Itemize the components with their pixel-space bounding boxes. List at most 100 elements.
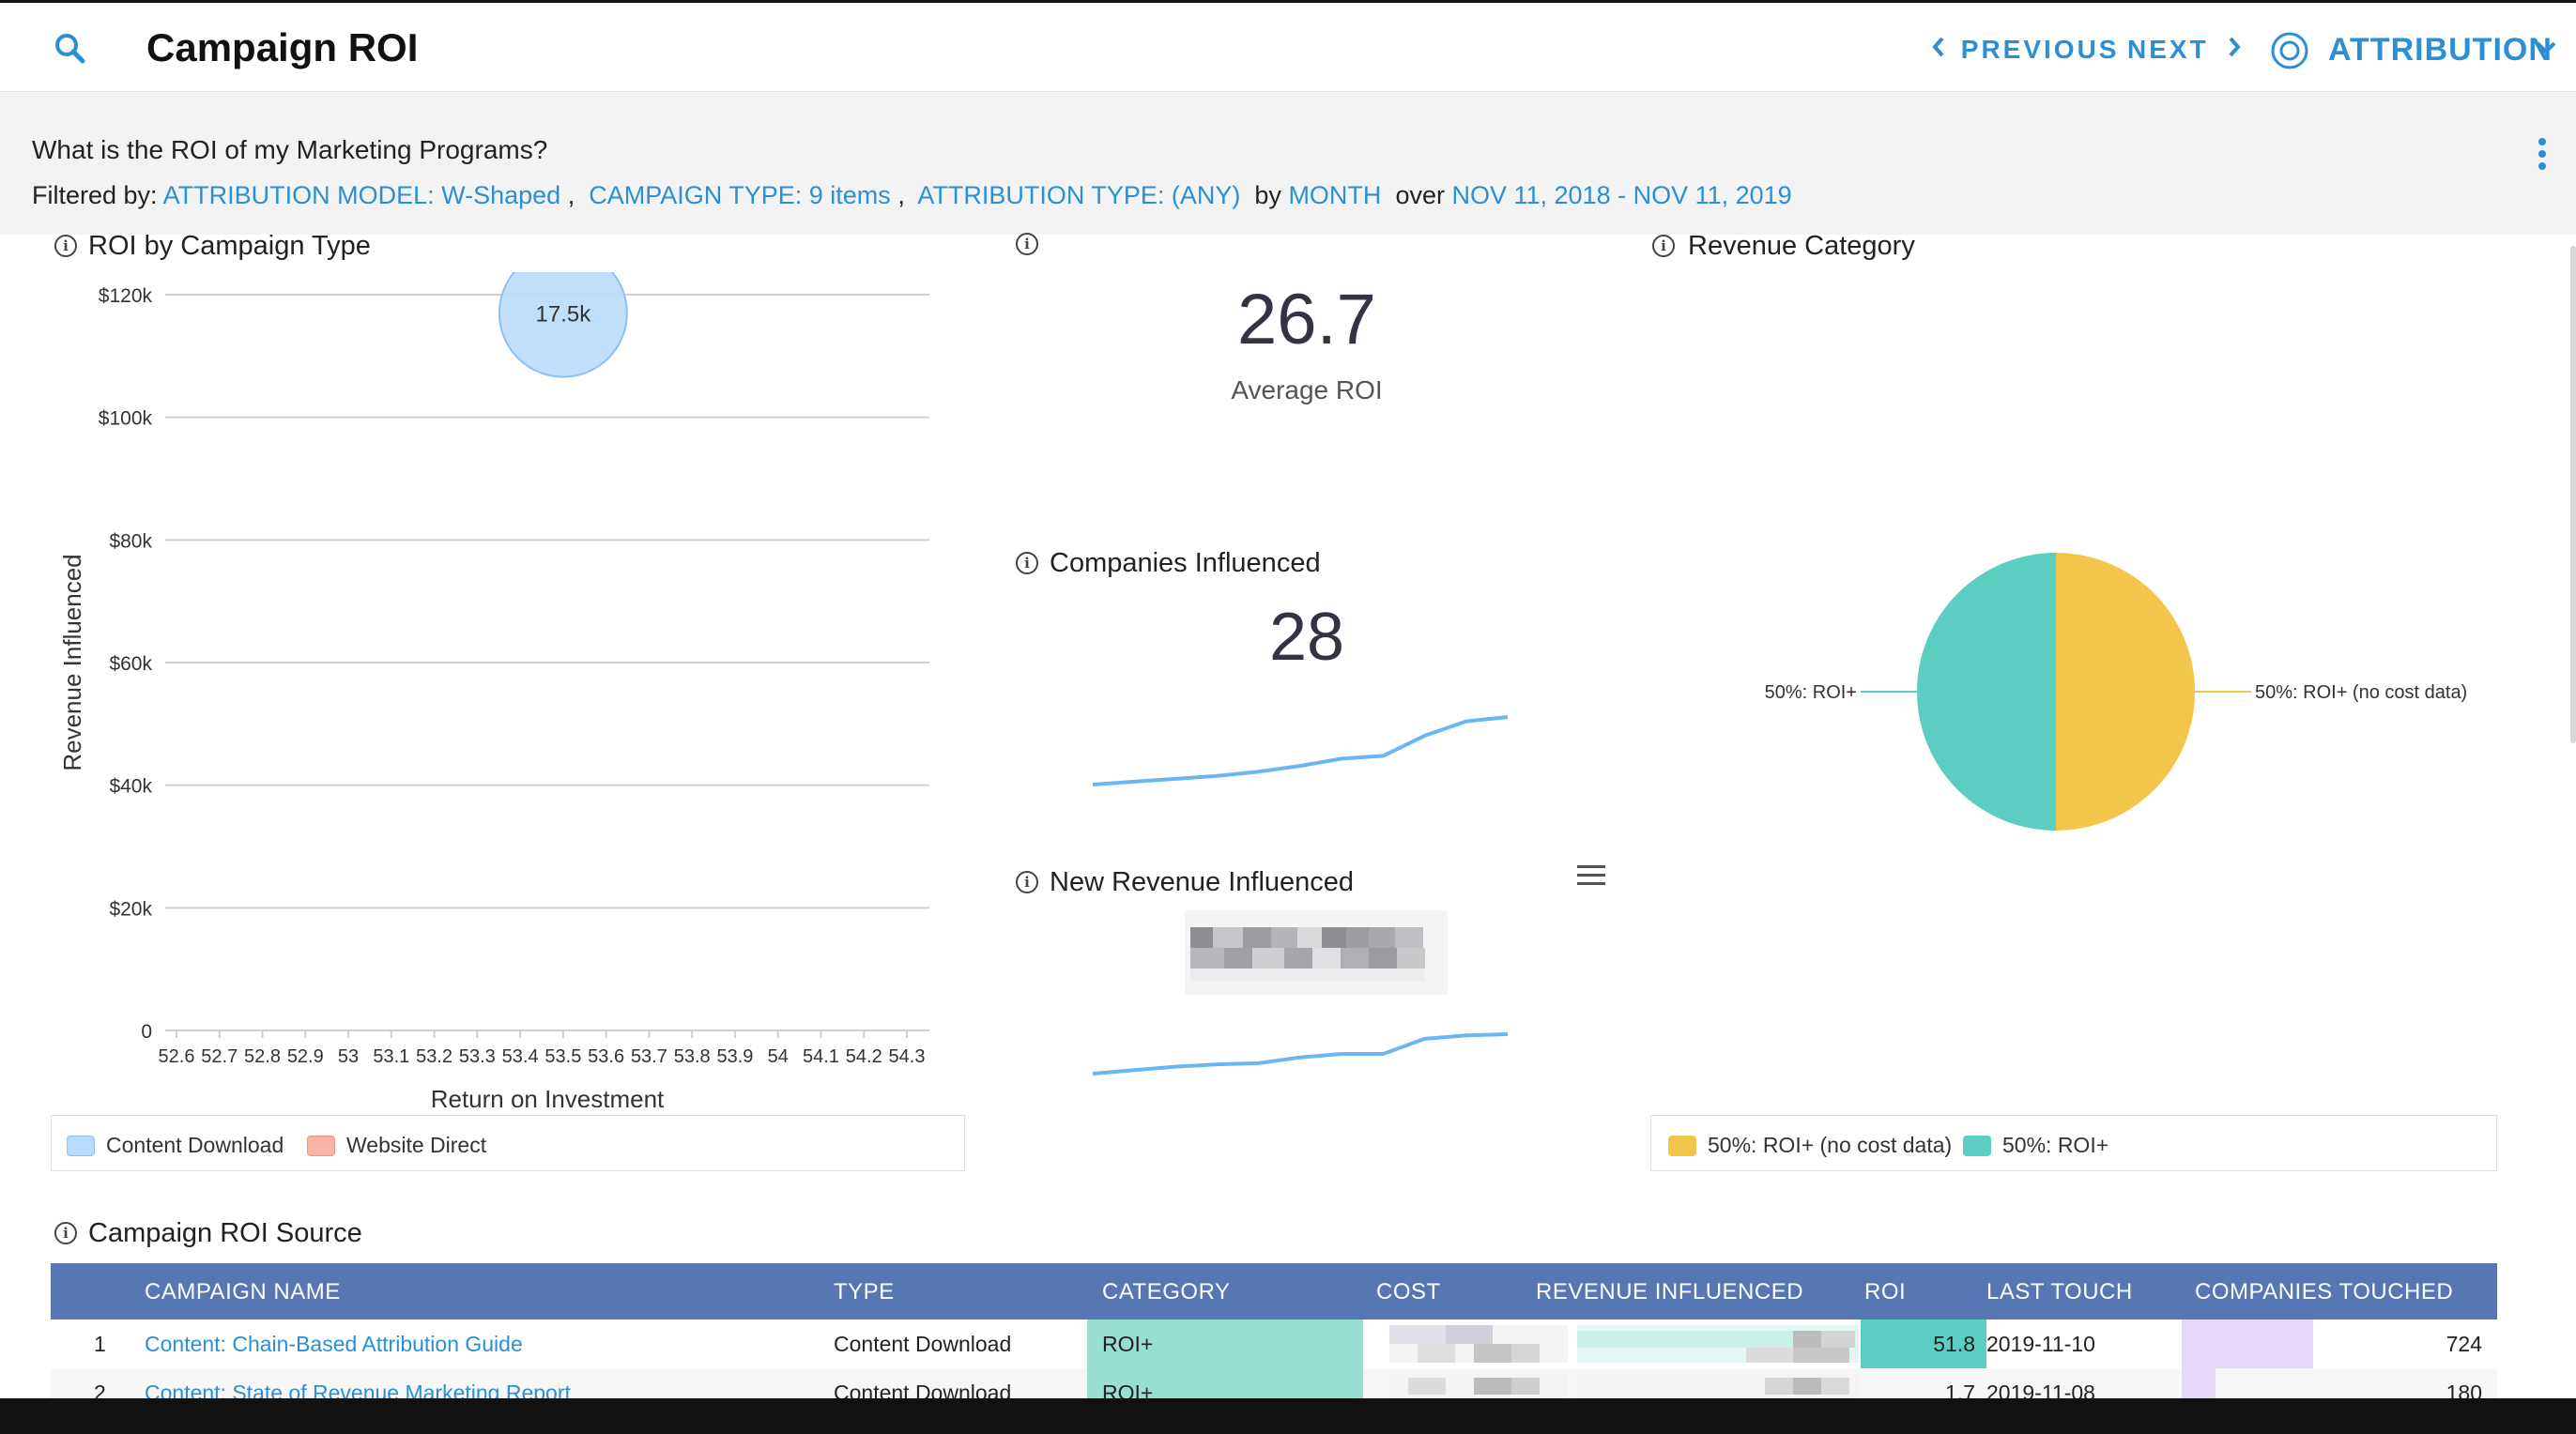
legend-label: Content Download — [106, 1133, 284, 1157]
average-roi-value: 26.7 — [1237, 280, 1376, 359]
filter-attribution-type[interactable]: ATTRIBUTION TYPE: (ANY) — [917, 181, 1240, 209]
by-label: by — [1254, 181, 1281, 209]
x-tick-label: 53.8 — [674, 1046, 711, 1067]
column-header-campaign-name[interactable]: CAMPAIGN NAME — [145, 1278, 341, 1306]
x-tick-label: 53.3 — [459, 1046, 496, 1067]
new-revenue-title: New Revenue Influenced — [1050, 867, 1355, 897]
grouping-selector[interactable]: MONTH — [1288, 181, 1381, 209]
date-range-selector[interactable]: NOV 11, 2018 - NOV 11, 2019 — [1451, 181, 1791, 209]
x-tick-label: 54.1 — [803, 1046, 839, 1067]
y-tick-label: $100k — [99, 408, 153, 430]
info-icon[interactable]: i — [1652, 235, 1675, 257]
campaign-type: Content Download — [834, 1332, 1012, 1356]
info-icon[interactable]: i — [54, 1222, 77, 1244]
legend-swatch — [307, 1136, 335, 1156]
last-touch-date: 2019-11-10 — [1986, 1332, 2095, 1356]
info-icon[interactable]: i — [54, 235, 77, 257]
x-tick-label: 53.2 — [416, 1046, 452, 1067]
legend-item-website-direct[interactable]: Website Direct — [307, 1133, 486, 1157]
pie-slice-label: 50%: ROI+ — [1765, 682, 1857, 703]
campaign-category: ROI+ — [1102, 1332, 1154, 1356]
revenue-category-title: Revenue Category — [1688, 231, 1915, 261]
filter-attribution-model[interactable]: ATTRIBUTION MODEL: W-Shaped — [163, 181, 561, 209]
pie-slice — [1917, 553, 2056, 831]
info-icon[interactable]: i — [1016, 871, 1038, 893]
previous-label: PREVIOUS — [1960, 35, 2120, 64]
x-tick-label: 53.7 — [631, 1046, 667, 1067]
x-tick-label: 52.7 — [201, 1046, 238, 1067]
revenue-sparkline-line — [1092, 1032, 1509, 1076]
legend-label: 50%: ROI+ (no cost data) — [1708, 1133, 1953, 1157]
legend-swatch — [67, 1136, 95, 1156]
average-roi-label: Average ROI — [1231, 375, 1383, 404]
x-tick-label: 52.8 — [244, 1046, 281, 1067]
y-axis-label: Revenue Influenced — [58, 554, 86, 770]
table-title: Campaign ROI Source — [88, 1218, 362, 1248]
campaign-roi-table: CAMPAIGN NAME TYPE CATEGORY COST REVENUE… — [51, 1263, 2497, 1417]
y-tick-label: $120k — [99, 285, 153, 307]
info-icon[interactable]: i — [1016, 552, 1038, 574]
roi-value: 51.8 — [1933, 1332, 1975, 1356]
info-icon[interactable]: i — [1016, 233, 1038, 255]
roi-chart-legend: Content Download Website Direct — [51, 1115, 965, 1171]
filter-separator: , — [567, 181, 582, 209]
previous-button[interactable]: PREVIOUS — [1930, 33, 2119, 67]
redacted-revenue-value — [1185, 910, 1448, 995]
roi-panel-title: ROI by Campaign Type — [88, 231, 371, 261]
x-tick-label: 53 — [338, 1046, 359, 1067]
search-icon[interactable] — [53, 31, 90, 69]
companies-influenced-value: 28 — [1268, 600, 1345, 675]
table-row: 1 Content: Chain-Based Attribution Guide… — [51, 1320, 2497, 1368]
legend-item-roi-no-cost[interactable]: 50%: ROI+ (no cost data) — [1668, 1133, 1952, 1157]
x-tick-label: 53.6 — [588, 1046, 624, 1067]
attribution-label: ATTRIBUTION — [2328, 32, 2553, 68]
campaign-name-link[interactable]: Content: Chain-Based Attribution Guide — [145, 1331, 523, 1357]
table-header: CAMPAIGN NAME TYPE CATEGORY COST REVENUE… — [51, 1263, 2497, 1320]
menu-icon[interactable] — [1577, 865, 1605, 890]
column-header-companies-touched[interactable]: COMPANIES TOUCHED — [2195, 1278, 2453, 1306]
more-options-icon[interactable] — [2531, 135, 2553, 176]
top-bar: Campaign ROI PREVIOUS NEXT ATTRIBUTION — [0, 0, 2576, 92]
column-header-revenue-influenced[interactable]: REVENUE INFLUENCED — [1536, 1278, 1803, 1306]
x-tick-label: 54.2 — [846, 1046, 882, 1067]
filter-separator: , — [897, 181, 912, 209]
question-text: What is the ROI of my Marketing Programs… — [32, 135, 548, 164]
y-tick-label: $40k — [109, 776, 152, 798]
roi-scatter-chart: 0 $20k $40k $60k $80k $100k $120k 52.6 52.7 52.8 5… — [58, 272, 929, 1107]
legend-swatch — [1668, 1136, 1696, 1156]
page-title: Campaign ROI — [146, 25, 419, 69]
filter-summary: Filtered by: ATTRIBUTION MODEL: W-Shaped… — [32, 178, 1792, 212]
x-tick-label: 52.9 — [287, 1046, 324, 1067]
row-number: 1 — [94, 1332, 106, 1356]
column-header-type[interactable]: TYPE — [834, 1278, 895, 1306]
x-tick-label: 53.5 — [544, 1046, 581, 1067]
legend-swatch — [1963, 1136, 1991, 1156]
x-tick-label: 53.4 — [502, 1046, 539, 1067]
filtered-by-label: Filtered by: — [32, 181, 158, 209]
attribution-icon — [2270, 31, 2309, 75]
y-tick-label: 0 — [141, 1021, 152, 1043]
column-header-cost[interactable]: COST — [1376, 1278, 1441, 1306]
x-tick-label: 54 — [768, 1046, 789, 1067]
vertical-scrollbar[interactable] — [2570, 246, 2576, 743]
legend-item-roi-plus[interactable]: 50%: ROI+ — [1963, 1133, 2108, 1157]
legend-item-content-download[interactable]: Content Download — [67, 1133, 284, 1157]
legend-label: Website Direct — [346, 1133, 487, 1157]
column-header-last-touch[interactable]: LAST TOUCH — [1986, 1278, 2133, 1306]
column-header-category[interactable]: CATEGORY — [1102, 1278, 1230, 1306]
pie-slice-label: 50%: ROI+ (no cost data) — [2255, 682, 2467, 703]
chevron-left-icon — [1930, 33, 1951, 67]
x-tick-label: 53.9 — [716, 1046, 753, 1067]
companies-influenced-title: Companies Influenced — [1050, 548, 1321, 578]
companies-sparkline-line — [1092, 715, 1509, 786]
y-tick-label: $20k — [109, 898, 152, 920]
column-header-roi[interactable]: ROI — [1864, 1278, 1906, 1306]
next-button[interactable]: NEXT — [2127, 33, 2246, 67]
filter-campaign-type[interactable]: CAMPAIGN TYPE: 9 items — [589, 181, 891, 209]
legend-label: 50%: ROI+ — [2002, 1133, 2109, 1157]
x-tick-label: 53.1 — [373, 1046, 409, 1067]
bubble-label: 17.5k — [536, 302, 592, 328]
window-bottom-edge — [0, 1398, 2576, 1434]
revenue-sparkline — [1092, 1032, 1509, 1076]
x-tick-label: 54.3 — [889, 1046, 926, 1067]
